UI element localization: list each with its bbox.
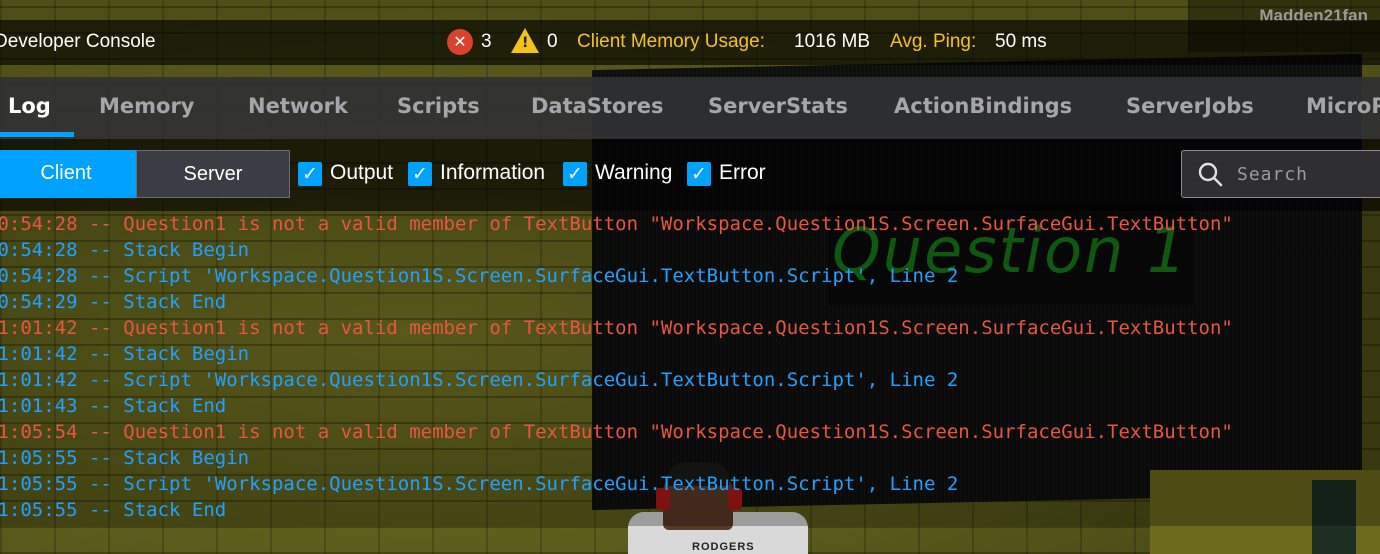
active-tab-indicator (0, 132, 74, 137)
search-input[interactable] (1237, 159, 1380, 189)
log-line: 10:54:28 -- Question1 is not a valid mem… (0, 213, 1233, 235)
error-count: 3 (481, 31, 492, 52)
log-line: 11:05:55 -- Script 'Workspace.Question1S… (0, 473, 959, 495)
log-line: 11:01:43 -- Stack End (0, 395, 227, 417)
log-line: 11:05:55 -- Stack Begin (0, 447, 250, 469)
tab-log[interactable]: Log (8, 94, 51, 118)
log-output[interactable]: 10:54:28 -- Question1 is not a valid mem… (0, 211, 1380, 526)
ping-value: 50 ms (995, 31, 1047, 52)
checkbox-error[interactable]: ✓ (687, 162, 711, 186)
log-line: 11:01:42 -- Question1 is not a valid mem… (0, 317, 1233, 339)
filter-error-label: Error (719, 161, 766, 184)
log-line: 11:05:54 -- Question1 is not a valid mem… (0, 421, 1233, 443)
tab-serverjobs[interactable]: ServerJobs (1126, 94, 1254, 118)
checkbox-information[interactable]: ✓ (408, 162, 432, 186)
log-line: 11:01:42 -- Stack Begin (0, 343, 250, 365)
memory-value: 1016 MB (794, 31, 871, 52)
console-tab-bar: Log Memory Network Scripts DataStores Se… (0, 77, 1380, 139)
tab-actionbindings[interactable]: ActionBindings (894, 94, 1072, 118)
log-line: 11:01:42 -- Script 'Workspace.Question1S… (0, 369, 959, 391)
filter-warning-label: Warning (595, 161, 673, 184)
tab-memory[interactable]: Memory (99, 94, 195, 118)
search-icon (1198, 162, 1223, 187)
memory-label: Client Memory Usage: (577, 31, 765, 52)
warning-count: 0 (547, 31, 558, 52)
filter-output-label: Output (330, 161, 394, 184)
checkbox-output[interactable]: ✓ (298, 162, 322, 186)
server-toggle-button[interactable]: Server (136, 150, 290, 198)
log-filter-bar: Client Server ✓ Output ✓ Information ✓ W… (0, 139, 1380, 211)
filter-information-label: Information (440, 161, 546, 184)
tab-network[interactable]: Network (248, 94, 348, 118)
tab-scripts[interactable]: Scripts (397, 94, 480, 118)
client-toggle-button[interactable]: Client (0, 150, 136, 198)
error-icon: ✕ (447, 29, 473, 55)
log-line: 10:54:28 -- Stack Begin (0, 239, 250, 261)
tab-microprofiler[interactable]: MicroProfiler (1306, 94, 1380, 118)
checkbox-warning[interactable]: ✓ (563, 162, 587, 186)
console-header: Developer Console ✕ 3 ! 0 Client Memory … (0, 20, 1380, 65)
console-title: Developer Console (0, 31, 156, 52)
ping-label: Avg. Ping: (890, 31, 977, 52)
tab-serverstats[interactable]: ServerStats (708, 94, 848, 118)
search-box[interactable] (1181, 150, 1380, 198)
tab-datastores[interactable]: DataStores (531, 94, 664, 118)
log-line: 10:54:29 -- Stack End (0, 291, 227, 313)
avatar-shirt-text: RODGERS (692, 541, 755, 553)
log-line: 11:05:55 -- Stack End (0, 499, 227, 521)
log-line: 10:54:28 -- Script 'Workspace.Question1S… (0, 265, 959, 287)
warning-icon: ! (511, 28, 539, 53)
